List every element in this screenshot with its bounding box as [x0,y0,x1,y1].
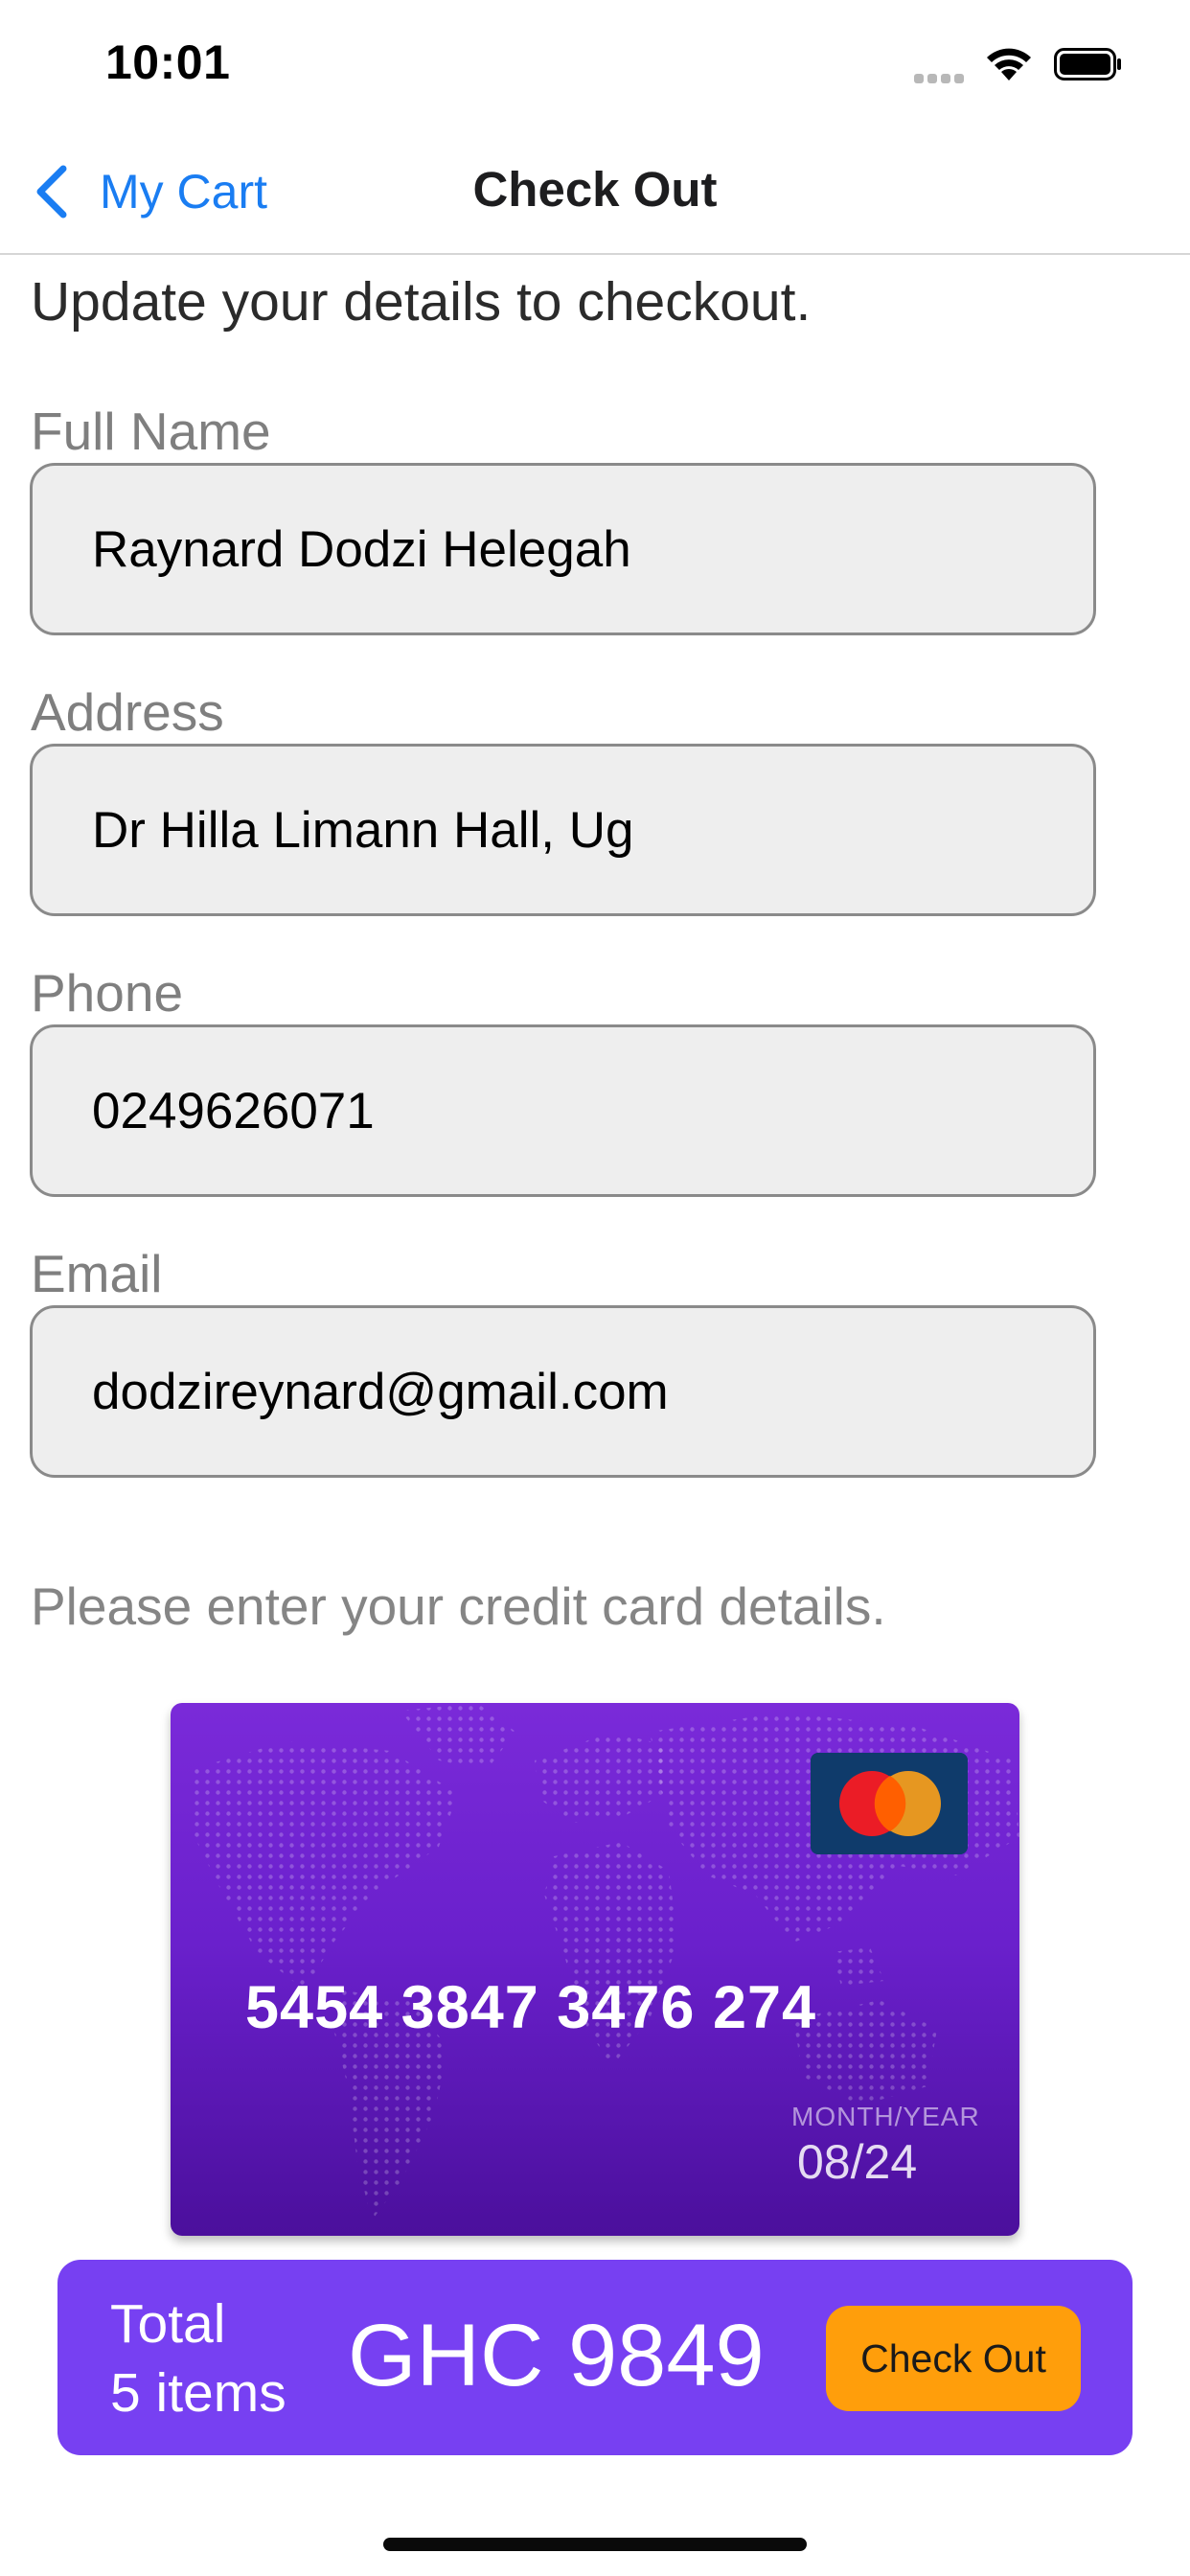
full-name-field-box [30,463,1096,635]
phone-input[interactable] [92,1027,1069,1194]
credit-card-prompt: Please enter your credit card details. [31,1576,886,1636]
address-input[interactable] [92,747,1069,913]
phone-field-box [30,1024,1096,1197]
mastercard-icon [811,1753,968,1854]
checkout-summary-bar: Total 5 items GHC 9849 Check Out [57,2260,1133,2455]
status-time: 10:01 [105,35,231,89]
email-label: Email [31,1244,163,1303]
items-count: 5 items [110,2362,286,2424]
total-label: Total [110,2293,226,2355]
check-out-button[interactable]: Check Out [826,2306,1081,2411]
total-amount: GHC 9849 [348,2307,765,2404]
wifi-icon [987,48,1031,80]
full-name-label: Full Name [31,402,271,461]
credit-card[interactable]: 5454 3847 3476 274 MONTH/YEAR 08/24 [171,1703,1019,2236]
navigation-bar: My Cart Check Out [0,125,1190,255]
address-field-box [30,744,1096,916]
address-label: Address [31,682,224,742]
email-input[interactable] [92,1308,1069,1475]
checkout-screen: 10:01 My Cart Check Out Update your deta… [0,0,1190,2576]
card-expiry-label: MONTH/YEAR [791,2102,980,2131]
card-expiry: 08/24 [797,2135,918,2189]
status-bar: 10:01 [0,0,1190,125]
phone-label: Phone [31,963,184,1023]
page-title: Check Out [472,162,718,217]
battery-icon [1054,48,1121,80]
cellular-signal-icon [914,71,970,83]
full-name-input[interactable] [92,466,1069,632]
home-indicator[interactable] [383,2538,807,2551]
email-field-box [30,1305,1096,1478]
card-number: 5454 3847 3476 274 [245,1974,817,2041]
form-intro: Update your details to checkout. [31,271,812,333]
